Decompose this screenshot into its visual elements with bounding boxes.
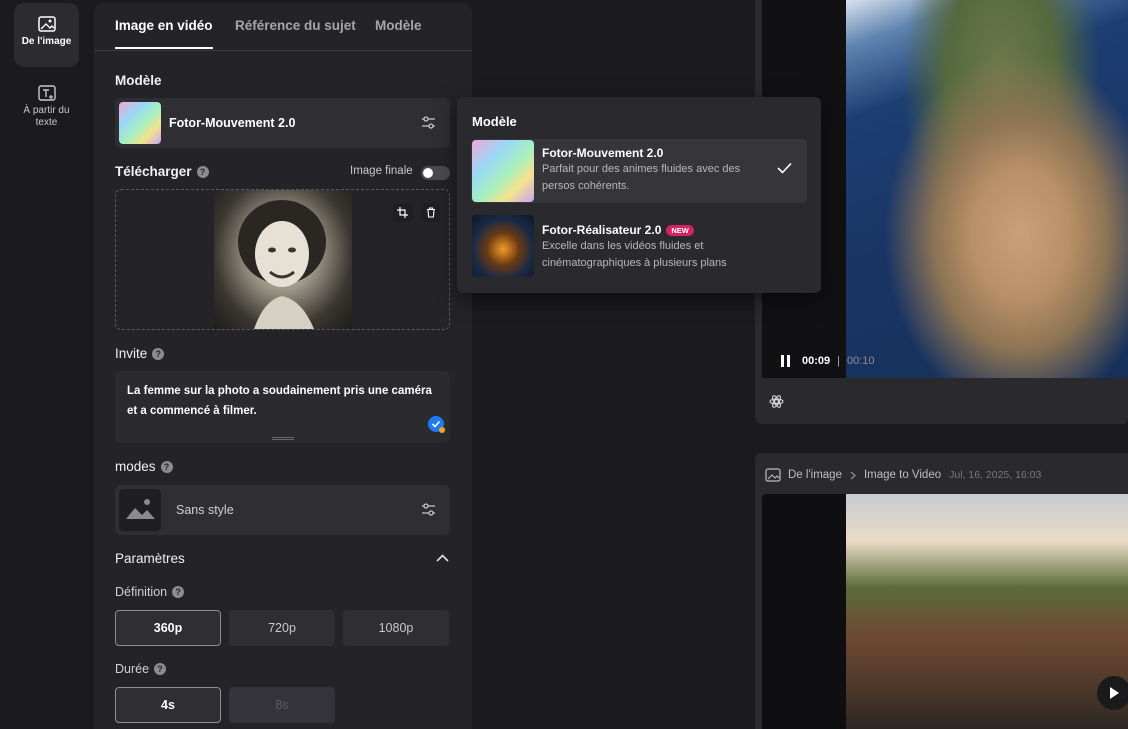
ai-sparkle-icon[interactable]	[769, 394, 784, 409]
resolution-360p-button[interactable]: 360p	[115, 610, 221, 646]
ai-check-icon[interactable]	[428, 416, 445, 433]
style-value: Sans style	[176, 503, 234, 517]
settings-sliders-icon[interactable]	[421, 116, 436, 130]
tab-bar: Image en vidéo Référence du sujet Modèle	[94, 3, 472, 51]
definition-title-text: Définition	[115, 585, 168, 599]
chevron-right-icon	[850, 471, 856, 479]
model-option-thumbnail	[472, 215, 534, 277]
model-option-thumbnail	[472, 140, 534, 202]
prompt-textarea[interactable]: La femme sur la photo a soudainement pri…	[115, 371, 450, 443]
model-option-name: Fotor-Mouvement 2.0	[542, 146, 664, 160]
pause-icon[interactable]	[780, 354, 792, 368]
upload-dropzone[interactable]	[115, 189, 450, 330]
play-button[interactable]	[1097, 676, 1128, 710]
video-controls: 00:09 | 00:10	[780, 354, 875, 368]
checkmark-icon	[777, 162, 792, 174]
image-icon	[37, 16, 56, 32]
help-icon[interactable]: ?	[172, 586, 185, 598]
resolution-1080p-button[interactable]: 1080p	[343, 610, 449, 646]
resize-handle[interactable]	[272, 437, 294, 440]
prompt-text: La femme sur la photo a soudainement pri…	[127, 385, 432, 417]
breadcrumb-root[interactable]: De l'image	[788, 469, 842, 481]
model-option-mouvement[interactable]: Fotor-Mouvement 2.0 Parfait pour des ani…	[471, 139, 807, 203]
definition-title: Définition?	[115, 585, 185, 599]
help-icon[interactable]: ?	[154, 663, 167, 675]
crop-icon	[397, 207, 408, 218]
play-icon	[1110, 687, 1119, 699]
duration-4s-button[interactable]: 4s	[115, 687, 221, 723]
prompt-title-text: Invite	[115, 346, 148, 361]
duration-title: Durée?	[115, 662, 167, 676]
model-option-realisateur[interactable]: Fotor-Réalisateur 2.0 NEW Excelle dans le…	[471, 213, 807, 277]
style-thumbnail	[119, 489, 161, 531]
history-card: De l'image Image to Video Jul, 16, 2025,…	[755, 453, 1128, 729]
duration-8s-button[interactable]: 8s	[229, 687, 335, 723]
total-time: 00:10	[847, 355, 875, 367]
model-option-name: Fotor-Réalisateur 2.0	[542, 223, 662, 237]
model-option-name-row: Fotor-Réalisateur 2.0 NEW	[542, 223, 694, 237]
history-video[interactable]	[762, 494, 1128, 729]
model-dropdown: Modèle Fotor-Mouvement 2.0 Parfait pour …	[457, 97, 821, 293]
current-time: 00:09	[802, 355, 831, 367]
params-section-title: Paramètres	[115, 551, 185, 566]
video-frame-street	[846, 494, 1128, 729]
dropdown-title: Modèle	[472, 114, 517, 129]
portrait-illustration	[238, 200, 326, 329]
tab-active-indicator	[115, 47, 213, 49]
left-rail: De l'image À partir du texte	[0, 0, 94, 729]
final-image-label: Image finale	[350, 165, 413, 177]
time-separator: |	[837, 355, 840, 367]
modes-section-title: modes?	[115, 459, 173, 474]
breadcrumb-leaf[interactable]: Image to Video	[864, 469, 941, 481]
duration-title-text: Durée	[115, 662, 150, 676]
modes-title-text: modes	[115, 459, 156, 474]
model-thumbnail	[119, 102, 161, 144]
model-section-title: Modèle	[115, 73, 162, 88]
final-image-toggle[interactable]	[421, 166, 450, 180]
rail-item-from-image[interactable]: De l'image	[14, 3, 79, 67]
text-image-icon	[37, 85, 56, 101]
tab-image-to-video[interactable]: Image en vidéo	[115, 18, 213, 33]
help-icon[interactable]: ?	[152, 348, 165, 360]
uploaded-photo	[214, 190, 413, 329]
help-icon[interactable]: ?	[160, 461, 173, 473]
prompt-section-title: Invite?	[115, 346, 165, 361]
delete-button[interactable]	[421, 203, 440, 222]
style-selector[interactable]: Sans style	[115, 485, 450, 535]
rail-item-label: De l'image	[21, 36, 72, 47]
landscape-icon	[126, 499, 155, 519]
rail-item-label: À partir du texte	[23, 105, 70, 128]
rail-item-from-text[interactable]: À partir du texte	[14, 78, 79, 134]
crop-button[interactable]	[393, 203, 412, 222]
model-option-desc: Parfait pour des animes fluides avec des…	[542, 163, 741, 192]
model-selector[interactable]: Fotor-Mouvement 2.0	[115, 98, 450, 148]
settings-sliders-icon[interactable]	[421, 503, 436, 517]
new-badge: NEW	[666, 225, 694, 236]
video-frame-earth	[846, 0, 1128, 378]
chevron-up-icon[interactable]	[436, 554, 449, 562]
tab-subject-reference[interactable]: Référence du sujet	[235, 18, 356, 33]
upload-title-text: Télécharger	[115, 164, 192, 179]
trash-icon	[426, 207, 435, 218]
model-option-desc: Excelle dans les vidéos fluides et ciném…	[542, 240, 727, 269]
resolution-720p-button[interactable]: 720p	[229, 610, 335, 646]
history-date: Jul, 16, 2025, 16:03	[949, 469, 1042, 481]
upload-section-title: Télécharger?	[115, 164, 209, 179]
breadcrumb: De l'image Image to Video Jul, 16, 2025,…	[765, 468, 1041, 482]
help-icon[interactable]: ?	[196, 166, 209, 178]
settings-panel: Image en vidéo Référence du sujet Modèle…	[94, 3, 472, 729]
model-selected-name: Fotor-Mouvement 2.0	[169, 116, 296, 130]
tab-model[interactable]: Modèle	[375, 18, 422, 33]
image-icon	[765, 468, 781, 482]
